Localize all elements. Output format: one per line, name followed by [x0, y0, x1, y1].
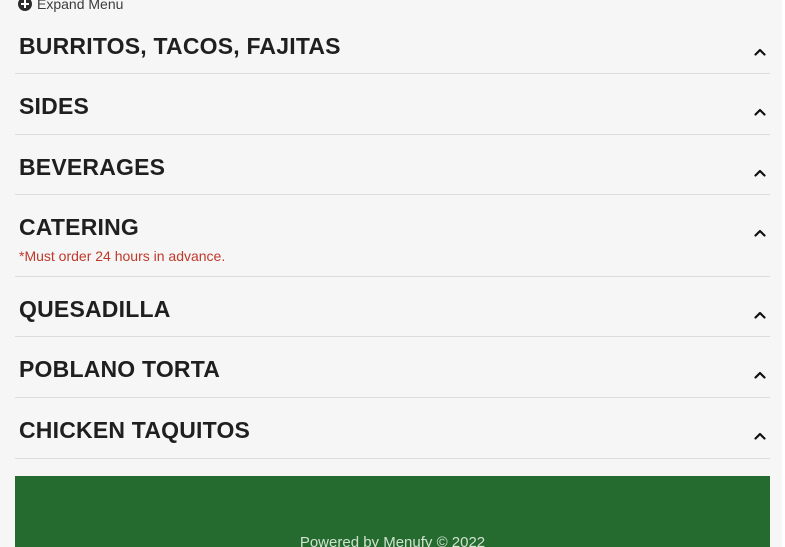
- chevron-up-icon[interactable]: [754, 46, 766, 58]
- chevron-up-icon[interactable]: [754, 309, 766, 321]
- category-poblano-torta[interactable]: POBLANO TORTA: [15, 337, 770, 398]
- menu-categories: BURRITOS, TACOS, FAJITAS SIDES BEVERAGES…: [15, 14, 770, 459]
- chevron-up-icon[interactable]: [754, 369, 766, 381]
- expand-menu-label: Expand Menu: [37, 0, 124, 12]
- category-beverages[interactable]: BEVERAGES: [15, 135, 770, 195]
- category-catering[interactable]: CATERING *Must order 24 hours in advance…: [15, 195, 770, 277]
- chevron-up-icon[interactable]: [754, 106, 766, 118]
- category-title: POBLANO TORTA: [19, 356, 221, 382]
- expand-menu-button[interactable]: Expand Menu: [18, 0, 123, 13]
- chevron-up-icon[interactable]: [754, 227, 766, 239]
- category-sides[interactable]: SIDES: [15, 74, 770, 135]
- category-title: BEVERAGES: [19, 154, 166, 180]
- chevron-up-icon[interactable]: [754, 430, 766, 442]
- menu-page: Expand Menu BURRITOS, TACOS, FAJITAS SID…: [0, 0, 785, 547]
- plus-circle-icon: [18, 0, 32, 11]
- category-burritos-tacos-fajitas[interactable]: BURRITOS, TACOS, FAJITAS: [15, 14, 770, 74]
- category-title: CATERING: [19, 214, 140, 240]
- category-chicken-taquitos[interactable]: CHICKEN TAQUITOS: [15, 398, 770, 459]
- category-note: *Must order 24 hours in advance.: [19, 248, 226, 264]
- category-quesadilla[interactable]: QUESADILLA: [15, 277, 770, 337]
- category-title: SIDES: [19, 93, 90, 119]
- category-title: CHICKEN TAQUITOS: [19, 417, 251, 443]
- footer: Powered by Menufy © 2022: [15, 476, 770, 547]
- powered-by-text: Powered by Menufy © 2022: [299, 534, 486, 547]
- chevron-up-icon[interactable]: [754, 167, 766, 179]
- category-title: BURRITOS, TACOS, FAJITAS: [19, 33, 341, 59]
- category-title: QUESADILLA: [19, 296, 171, 322]
